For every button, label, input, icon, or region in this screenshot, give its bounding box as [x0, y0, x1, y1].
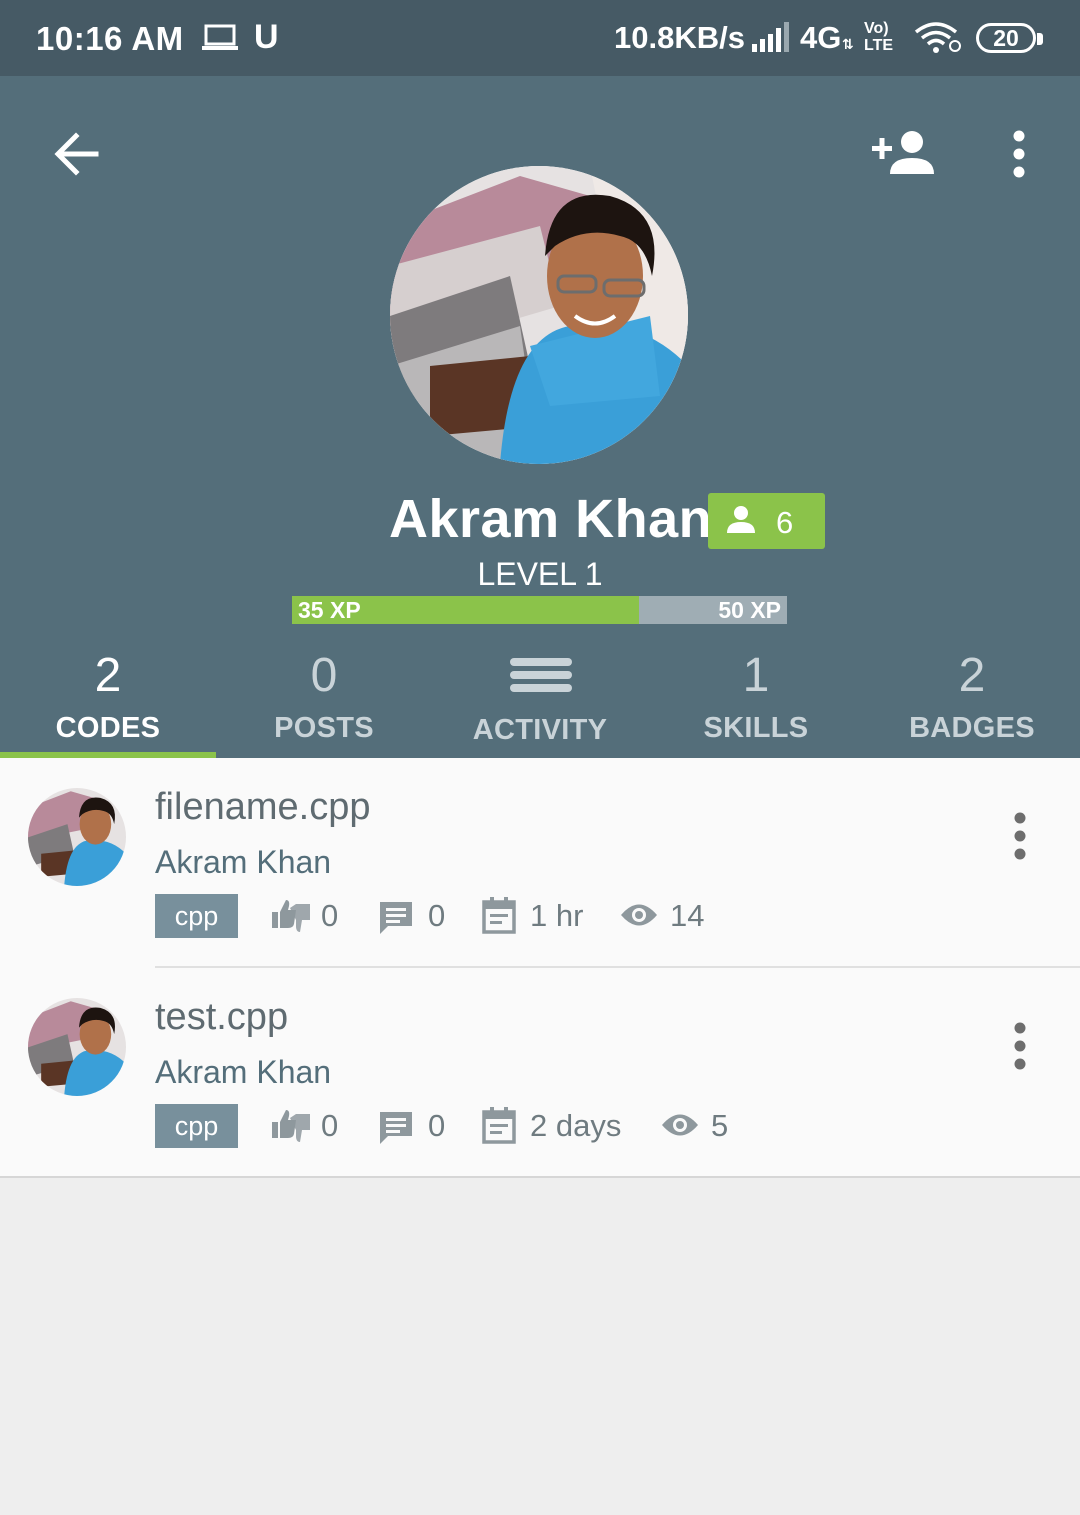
language-tag: cpp — [155, 1104, 238, 1148]
language-tag: cpp — [155, 894, 238, 938]
xp-current: 35 XP — [298, 597, 361, 623]
menu-icon — [510, 658, 572, 692]
more-vert-icon — [1013, 130, 1025, 178]
status-time: 10:16 AM — [36, 20, 184, 57]
tab-label: POSTS — [274, 712, 374, 744]
followers-badge[interactable]: 6 — [708, 493, 825, 549]
follow-button[interactable] — [868, 126, 940, 182]
tab-count: 0 — [310, 649, 338, 702]
list-item[interactable]: filename.cpp Akram Khan cpp 0 0 1 hr 14 — [0, 758, 1080, 968]
code-author[interactable]: Akram Khan — [155, 1054, 331, 1091]
thumbs-icon — [272, 900, 310, 932]
volte-indicator: Vo) LTE — [864, 20, 894, 54]
code-author[interactable]: Akram Khan — [155, 844, 331, 881]
votes-count: 0 — [321, 898, 339, 933]
tab-label: SKILLS — [703, 712, 809, 744]
data-arrows-icon: ⇅ — [842, 36, 854, 52]
comments-count: 0 — [428, 898, 446, 933]
code-filename: filename.cpp — [155, 786, 371, 828]
calendar-icon — [482, 1107, 516, 1144]
avatar-photo — [390, 166, 688, 464]
calendar-icon — [482, 897, 516, 934]
views-count: 5 — [711, 1108, 729, 1143]
tab-label: ACTIVITY — [472, 714, 608, 746]
tab-count: 1 — [742, 649, 770, 702]
battery-icon: 20 — [976, 23, 1043, 53]
profile-header: Akram Khan 6 LEVEL 1 35 XP 50 XP 2 CODES… — [0, 76, 1080, 758]
item-more-button[interactable] — [1004, 1018, 1036, 1074]
net-speed: 10.8KB/s — [614, 20, 745, 55]
codes-list: filename.cpp Akram Khan cpp 0 0 1 hr 14 … — [0, 758, 1080, 1178]
avatar — [28, 788, 126, 886]
signal-icon — [752, 22, 789, 52]
avatar — [28, 998, 126, 1096]
name-row: Akram Khan 6 — [0, 484, 1080, 549]
tab-skills[interactable]: 1 SKILLS — [648, 642, 864, 758]
more-vert-icon — [1014, 1022, 1026, 1070]
tab-count: 2 — [958, 649, 986, 702]
wifi-icon — [914, 22, 961, 53]
battery-level: 20 — [993, 25, 1019, 51]
add-friend-icon — [872, 131, 934, 174]
eye-icon — [662, 1114, 698, 1136]
back-arrow-icon — [54, 132, 99, 176]
xp-progress-bar: 35 XP 50 XP — [292, 596, 787, 624]
tab-label: CODES — [55, 712, 161, 744]
xp-target: 50 XP — [718, 597, 781, 623]
views-count: 14 — [670, 898, 705, 933]
more-options-button[interactable] — [1004, 126, 1034, 182]
level-label: LEVEL 1 — [477, 556, 603, 592]
thumbs-icon — [272, 1110, 310, 1142]
profile-avatar[interactable] — [390, 166, 688, 464]
person-icon — [727, 506, 755, 533]
back-button[interactable] — [48, 126, 108, 182]
tab-count: 2 — [94, 649, 122, 702]
item-more-button[interactable] — [1004, 808, 1036, 864]
tab-activity[interactable]: ACTIVITY — [432, 642, 648, 758]
code-filename: test.cpp — [155, 996, 289, 1038]
eye-icon — [621, 904, 657, 926]
laptop-icon — [202, 24, 238, 50]
posted-date: 1 hr — [530, 898, 584, 933]
tab-badges[interactable]: 2 BADGES — [864, 642, 1080, 758]
more-vert-icon — [1014, 812, 1026, 860]
comment-icon — [380, 902, 412, 934]
tab-label: BADGES — [909, 712, 1035, 744]
followers-count: 6 — [776, 505, 794, 540]
tab-codes[interactable]: 2 CODES — [0, 642, 216, 758]
status-bar: 10:16 AM U 10.8KB/s 4G ⇅ Vo) LTE 20 — [0, 0, 1080, 76]
network-type: 4G — [800, 20, 842, 55]
profile-tabs: 2 CODES 0 POSTS ACTIVITY 1 SKILLS 2 BADG… — [0, 642, 1080, 758]
votes-count: 0 — [321, 1108, 339, 1143]
comments-count: 0 — [428, 1108, 446, 1143]
tab-posts[interactable]: 0 POSTS — [216, 642, 432, 758]
u-indicator: U — [254, 18, 279, 56]
profile-name: Akram Khan — [389, 489, 713, 549]
posted-date: 2 days — [530, 1108, 622, 1143]
list-item[interactable]: test.cpp Akram Khan cpp 0 0 2 days 5 — [0, 968, 1080, 1178]
comment-icon — [380, 1112, 412, 1144]
